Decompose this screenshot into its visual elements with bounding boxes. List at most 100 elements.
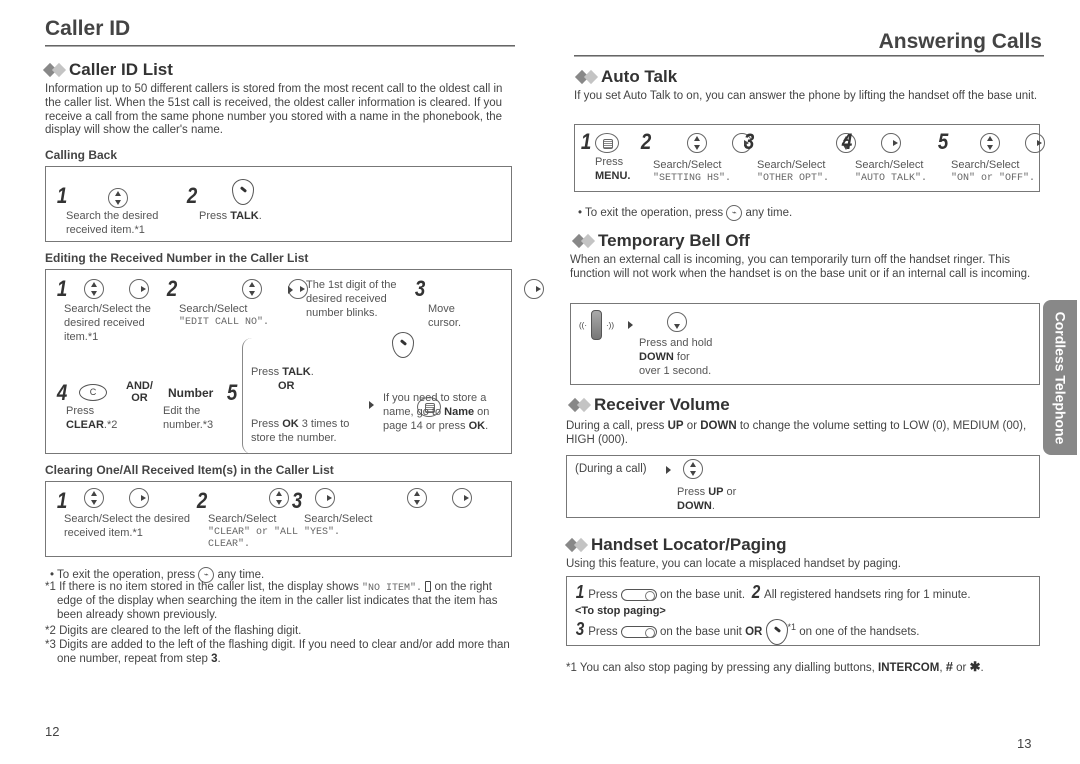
step-text: Search/Select the desired received item.… (64, 303, 151, 343)
heading-text: Caller ID List (69, 60, 173, 79)
diamond-bullet-icon (567, 398, 592, 413)
talk-key-icon[interactable] (232, 179, 255, 205)
auto-talk-intro: If you set Auto Talk to on, you can answ… (574, 90, 1038, 102)
navigator-right-icon[interactable] (452, 488, 473, 508)
heading-text: Handset Locator/Paging (591, 535, 787, 554)
step-number: 5 (226, 380, 238, 405)
display-text: "EDIT CALL NO". (179, 317, 270, 328)
talk-text: Press TALK. (251, 366, 314, 378)
bell-off-box: ((· ·)) Press and hold DOWN for over 1 sec… (570, 303, 1040, 385)
step-text: Press TALK. (199, 210, 262, 222)
display-text: "YES". (304, 527, 341, 538)
step-text: Search/Select (855, 159, 924, 171)
section-heading-auto-talk: Auto Talk (574, 67, 678, 87)
paging-button-icon[interactable] (620, 588, 657, 601)
locator-footnote: *1 You can also stop paging by pressing … (566, 659, 984, 674)
step-text: Press UP or DOWN. (677, 486, 737, 512)
diamond-bullet-icon (42, 63, 67, 78)
navigator-key-icon[interactable] (980, 133, 1001, 153)
locator-box: 1 Press on the base unit. 2 All register… (566, 576, 1040, 646)
step-number: 1 (56, 183, 68, 208)
footnote-1: *1 If there is no item stored in the cal… (45, 581, 498, 621)
talk-key-icon[interactable] (765, 619, 788, 645)
step-number: 3 (743, 129, 755, 154)
navigator-down-icon[interactable] (667, 312, 687, 332)
diamond-bullet-icon (574, 70, 599, 85)
hash-key-icon: # (945, 659, 953, 674)
handset-icon (591, 310, 602, 340)
receiver-volume-box: (During a call) Press UP or DOWN. (566, 455, 1040, 518)
or-label: OR (278, 380, 295, 392)
step-number: 2 (640, 129, 652, 154)
step-number: 1 (56, 276, 68, 301)
step-number: 2 (166, 276, 178, 301)
navigator-key-icon[interactable] (84, 488, 104, 508)
step-text: Search/Select the desired received item.… (64, 513, 190, 539)
navigator-key-icon[interactable] (84, 279, 104, 299)
section-heading-receiver-volume: Receiver Volume (567, 395, 730, 415)
heading-text: Temporary Bell Off (598, 231, 750, 250)
step-number: 4 (56, 380, 68, 405)
and-or-label: AND/ OR (126, 380, 153, 405)
navigator-right-icon[interactable] (314, 488, 335, 508)
step-number: 5 (937, 129, 949, 154)
step-number: 1 (580, 129, 592, 154)
talk-key-icon[interactable] (392, 332, 415, 358)
stop-paging-heading: <To stop paging> (575, 605, 666, 617)
calling-back-box: 1 Search the desired received item.*1 2 … (45, 166, 512, 242)
step-note: If you need to store a name, go to Name … (383, 392, 490, 432)
title-rule (574, 55, 1044, 57)
step-number: 2 (196, 488, 208, 513)
title-rule (45, 45, 515, 47)
heading-text: Auto Talk (601, 67, 678, 86)
clearing-box: 1 Search/Select the desired received ite… (45, 481, 512, 557)
section-heading-caller-id-list: Caller ID List (42, 60, 173, 80)
arrow-icon (666, 466, 671, 474)
step-text: Search the desired received item.*1 (66, 210, 159, 236)
arrow-icon (288, 286, 293, 294)
off-key-icon[interactable]: ⌁ (726, 205, 743, 221)
footnote-3: *3 Digits are added to the left of the f… (45, 639, 510, 665)
navigator-key-icon[interactable] (687, 133, 708, 153)
clear-key-icon[interactable]: C (79, 384, 107, 401)
step-text: Press CLEAR.*2 (66, 405, 118, 431)
navigator-right-icon[interactable] (129, 279, 150, 299)
navigator-key-icon[interactable] (108, 188, 128, 208)
page-number-right: 13 (1017, 736, 1032, 751)
step-number: 2 (186, 183, 198, 208)
ok-text: Press OK 3 times to store the number. (251, 418, 350, 444)
auto-talk-box: 1 Press MENU. 2 Search/Select "SETTING HS… (574, 124, 1046, 192)
navigator-right-icon[interactable] (129, 488, 150, 508)
section-heading-bell-off: Temporary Bell Off (571, 231, 750, 251)
navigator-key-icon[interactable] (242, 279, 263, 299)
step-text: Search/Select (179, 303, 248, 315)
number-label: Number (168, 386, 214, 400)
navigator-right-icon[interactable] (1025, 133, 1046, 153)
step-text: Press MENU. (595, 156, 631, 182)
navigator-right-icon[interactable] (880, 133, 901, 153)
step-number: 1 (56, 488, 68, 513)
receiver-volume-intro: During a call, press UP or DOWN to chang… (566, 420, 1027, 446)
arrow-icon (628, 321, 633, 329)
navigator-key-icon[interactable] (269, 488, 290, 508)
side-tab-label: Cordless Telephone (1052, 311, 1069, 444)
menu-key-icon[interactable] (595, 133, 619, 153)
step-number: 3 (291, 488, 303, 513)
diamond-bullet-icon (571, 234, 596, 249)
bell-off-intro: When an external call is incoming, you c… (570, 254, 1031, 280)
navigator-left-right-icon[interactable] (523, 279, 544, 299)
navigator-up-down-icon[interactable] (683, 459, 703, 479)
step-text: Search/Select (653, 159, 722, 171)
navigator-key-icon[interactable] (406, 488, 427, 508)
display-text: "CLEAR" or "ALL CLEAR". (208, 527, 299, 550)
star-key-icon: ✱ (969, 659, 981, 674)
step-text: Search/Select (951, 159, 1020, 171)
paging-button-icon[interactable] (620, 626, 657, 638)
step-text: Edit the number.*3 (163, 405, 214, 431)
step-number: 3 (414, 276, 426, 301)
locator-step-3: 3 Press on the base unit OR *1 on one of… (575, 619, 919, 645)
locator-intro: Using this feature, you can locate a mis… (566, 558, 901, 570)
display-text: "AUTO TALK". (855, 173, 928, 184)
display-text: "ON" or "OFF". (951, 173, 1036, 184)
exit-note: • To exit the operation, press ⌁ any tim… (578, 205, 792, 221)
